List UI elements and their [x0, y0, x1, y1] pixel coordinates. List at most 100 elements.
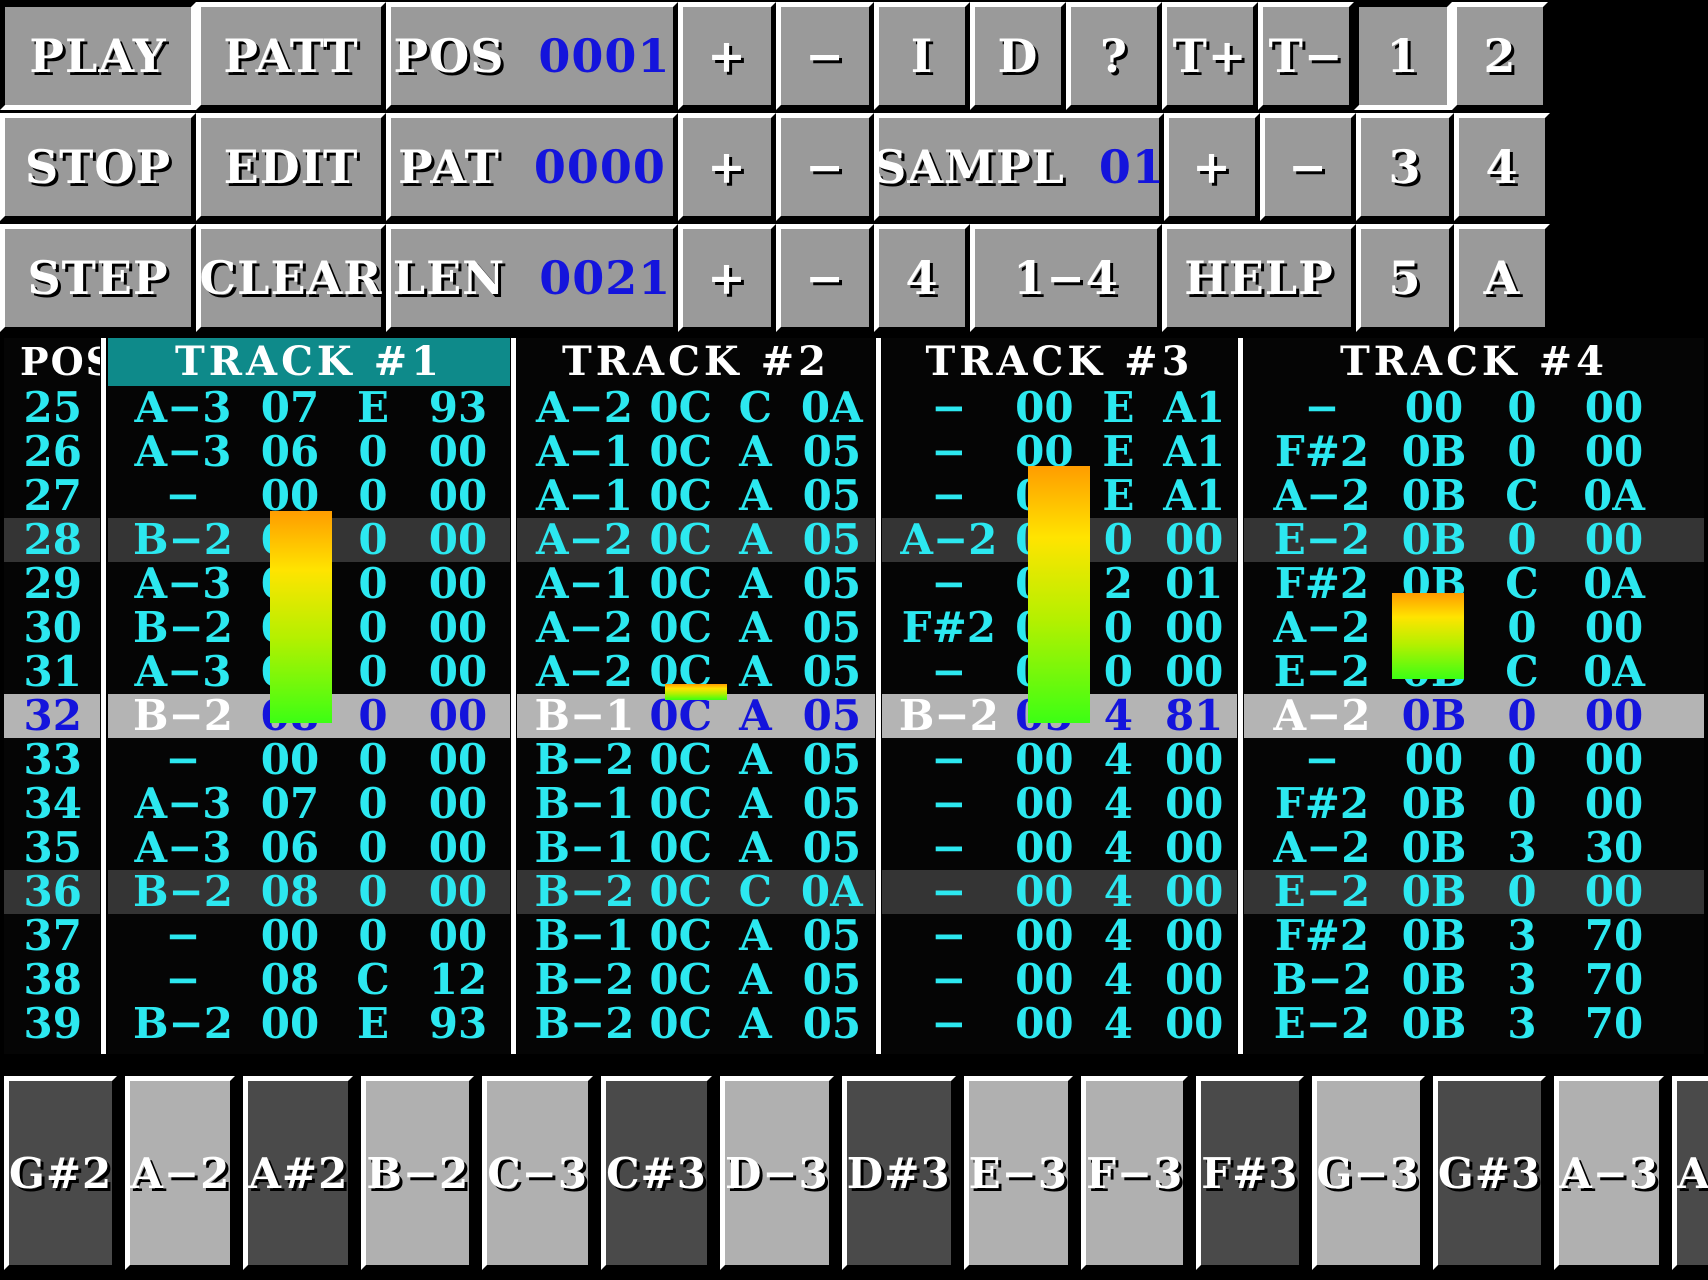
- track-3-panel[interactable]: TRACK #3 −00EA1−00EA1−00EA1A−205000−0520…: [882, 338, 1237, 1054]
- cell-instrument[interactable]: 0C: [639, 826, 722, 870]
- cell-param[interactable]: 00: [1151, 738, 1237, 782]
- cell-note[interactable]: A−2: [1258, 826, 1386, 870]
- cell-effect[interactable]: 4: [1085, 870, 1151, 914]
- cell-effect[interactable]: 0: [336, 826, 410, 870]
- cell-note[interactable]: −: [894, 474, 1003, 518]
- piano-key-A2[interactable]: A−2: [125, 1076, 235, 1270]
- cell-effect[interactable]: 4: [1085, 694, 1151, 738]
- track-row[interactable]: −00EA1: [882, 386, 1237, 430]
- cell-instrument[interactable]: 0C: [639, 958, 722, 1002]
- cell-note[interactable]: A−2: [530, 386, 640, 430]
- cell-effect[interactable]: 0: [336, 474, 410, 518]
- position-cell[interactable]: 30: [4, 606, 100, 650]
- cell-param[interactable]: 00: [1151, 782, 1237, 826]
- track-row[interactable]: −00400: [882, 870, 1237, 914]
- cell-instrument[interactable]: 0C: [639, 782, 722, 826]
- track-row[interactable]: B−10CA05: [517, 826, 875, 870]
- track-row[interactable]: B−20CA05: [517, 1002, 875, 1046]
- track-row[interactable]: A−20B000: [1244, 606, 1704, 650]
- cell-effect[interactable]: E: [1085, 430, 1151, 474]
- cell-effect[interactable]: 4: [1085, 782, 1151, 826]
- track-row[interactable]: A−20B330: [1244, 826, 1704, 870]
- cell-param[interactable]: 00: [410, 782, 506, 826]
- cell-effect[interactable]: A: [722, 694, 789, 738]
- track-row[interactable]: −00000: [1244, 386, 1704, 430]
- cell-note[interactable]: E−2: [1258, 1002, 1386, 1046]
- cell-param[interactable]: 00: [1151, 1002, 1237, 1046]
- cell-instrument[interactable]: 0C: [639, 870, 722, 914]
- cell-param[interactable]: 93: [410, 1002, 506, 1046]
- cell-note[interactable]: B−2: [122, 694, 244, 738]
- cell-effect[interactable]: E: [336, 1002, 410, 1046]
- track-row[interactable]: −00400: [882, 1002, 1237, 1046]
- cell-effect[interactable]: 4: [1085, 738, 1151, 782]
- insert-button[interactable]: I: [874, 2, 970, 110]
- cell-instrument[interactable]: 0C: [639, 738, 722, 782]
- cell-param[interactable]: 05: [789, 518, 875, 562]
- length-inc-button[interactable]: +: [678, 224, 776, 332]
- cell-effect[interactable]: 0: [336, 650, 410, 694]
- cell-param[interactable]: 00: [410, 474, 506, 518]
- cell-effect[interactable]: 0: [336, 870, 410, 914]
- length-display[interactable]: LEN0021: [386, 224, 678, 332]
- position-cell[interactable]: 29: [4, 562, 100, 606]
- cell-effect[interactable]: 0: [336, 562, 410, 606]
- cell-note[interactable]: A−3: [122, 650, 244, 694]
- cell-instrument[interactable]: 0C: [639, 430, 722, 474]
- cell-note[interactable]: B−2: [530, 958, 640, 1002]
- cell-effect[interactable]: A: [722, 914, 789, 958]
- cell-note[interactable]: A−3: [122, 826, 244, 870]
- cell-effect[interactable]: A: [722, 430, 789, 474]
- cell-effect[interactable]: 0: [336, 606, 410, 650]
- track-row[interactable]: A−20CA05: [517, 606, 875, 650]
- track-row[interactable]: A−10CA05: [517, 474, 875, 518]
- cell-note[interactable]: A−2: [1258, 474, 1386, 518]
- cell-param[interactable]: 05: [789, 782, 875, 826]
- cell-effect[interactable]: 0: [336, 518, 410, 562]
- piano-key-C3[interactable]: C−3: [482, 1076, 593, 1270]
- position-cell[interactable]: 36: [4, 870, 100, 914]
- cell-effect[interactable]: 0: [336, 430, 410, 474]
- cell-instrument[interactable]: 0C: [639, 386, 722, 430]
- cell-instrument[interactable]: 0B: [1386, 694, 1482, 738]
- cell-effect[interactable]: 2: [1085, 562, 1151, 606]
- cell-effect[interactable]: A: [722, 650, 789, 694]
- cell-note[interactable]: A−2: [530, 606, 640, 650]
- track-row[interactable]: B−20CA05: [517, 958, 875, 1002]
- cell-note[interactable]: E−2: [1258, 870, 1386, 914]
- cell-param[interactable]: 00: [410, 606, 506, 650]
- cell-note[interactable]: F#2: [1258, 562, 1386, 606]
- cell-effect[interactable]: 0: [1085, 606, 1151, 650]
- cell-note[interactable]: B−2: [122, 606, 244, 650]
- cell-note[interactable]: −: [894, 958, 1003, 1002]
- cell-param[interactable]: 05: [789, 562, 875, 606]
- cell-note[interactable]: A−1: [530, 474, 640, 518]
- cell-param[interactable]: 00: [410, 738, 506, 782]
- piano-key-Dsharp3[interactable]: D#3: [842, 1076, 956, 1270]
- piano-key-Fsharp3[interactable]: F#3: [1196, 1076, 1303, 1270]
- cell-note[interactable]: −: [894, 782, 1003, 826]
- cell-effect[interactable]: 0: [336, 914, 410, 958]
- position-display[interactable]: POS0001: [386, 2, 678, 110]
- cell-param[interactable]: 0A: [1562, 474, 1666, 518]
- cell-instrument[interactable]: 0C: [639, 474, 722, 518]
- track-row[interactable]: A−10CA05: [517, 430, 875, 474]
- cell-instrument[interactable]: 0B: [1386, 782, 1482, 826]
- help-button[interactable]: HELP: [1162, 224, 1356, 332]
- cell-param[interactable]: A1: [1151, 386, 1237, 430]
- cell-param[interactable]: 00: [410, 694, 506, 738]
- cell-note[interactable]: B−1: [530, 914, 640, 958]
- cell-instrument[interactable]: 07: [244, 782, 336, 826]
- cell-instrument[interactable]: 0C: [639, 694, 722, 738]
- position-cell[interactable]: 35: [4, 826, 100, 870]
- piano-key-Csharp3[interactable]: C#3: [601, 1076, 712, 1270]
- cell-param[interactable]: 05: [789, 738, 875, 782]
- track-row[interactable]: B−10CA05: [517, 914, 875, 958]
- delete-button[interactable]: D: [970, 2, 1066, 110]
- cell-note[interactable]: B−2: [122, 518, 244, 562]
- cell-param[interactable]: 00: [1151, 826, 1237, 870]
- track-row[interactable]: F#20B000: [1244, 430, 1704, 474]
- cell-note[interactable]: B−2: [530, 1002, 640, 1046]
- cell-instrument[interactable]: 00: [1003, 958, 1085, 1002]
- cell-effect[interactable]: 0: [1482, 518, 1562, 562]
